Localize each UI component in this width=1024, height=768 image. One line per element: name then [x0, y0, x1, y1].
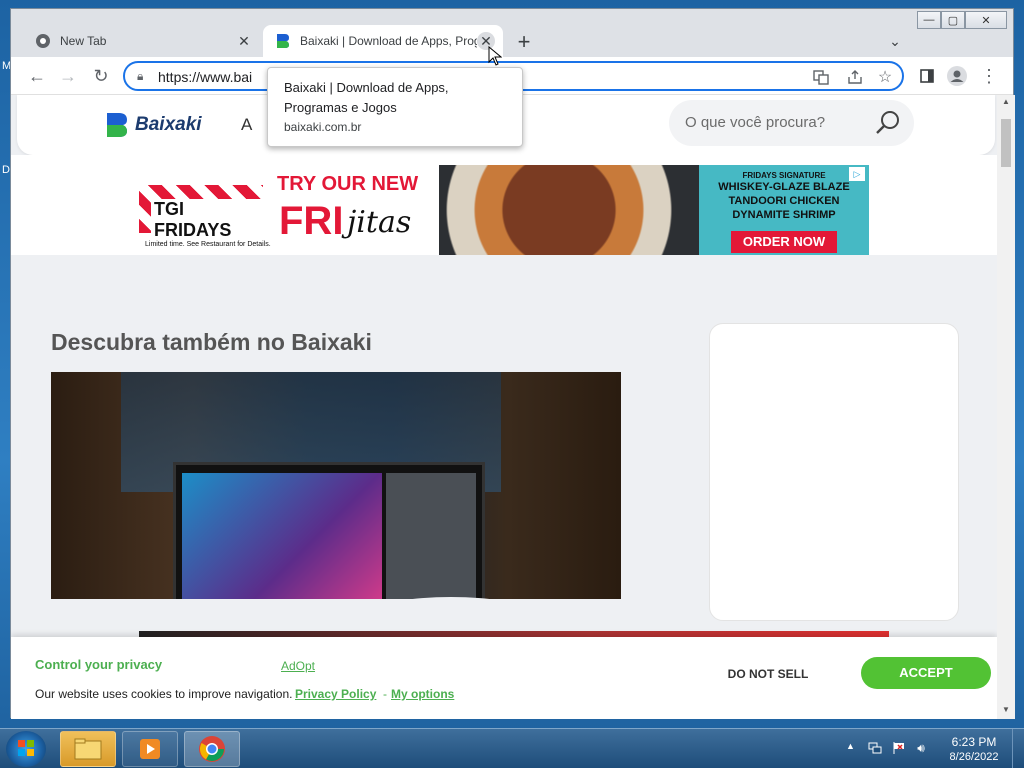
close-icon[interactable]: ✕: [235, 32, 253, 50]
my-options-link[interactable]: My options: [391, 687, 454, 701]
url-text[interactable]: https://www.bai: [158, 69, 252, 85]
mouse-cursor-icon: [488, 45, 503, 71]
tab-new-tab[interactable]: New Tab ✕: [25, 25, 261, 57]
fridays-ad[interactable]: TGI FRIDAYS Limited time. See Restaurant…: [139, 165, 869, 255]
ad-text-line: WHISKEY-GLAZE BLAZE: [718, 181, 850, 193]
share-icon[interactable]: [845, 67, 865, 87]
profile-avatar-icon[interactable]: [943, 62, 971, 90]
start-button[interactable]: [6, 731, 46, 767]
ad-brand: TGI FRIDAYS: [151, 199, 263, 241]
baixaki-logo-icon: [107, 113, 127, 137]
desktop-icon-label[interactable]: D: [2, 164, 10, 176]
taskbar-explorer[interactable]: [60, 731, 116, 767]
ad-text-line: FRIDAYS SIGNATURE: [742, 171, 826, 180]
baixaki-favicon-icon: [275, 33, 291, 49]
feature-image[interactable]: [51, 372, 621, 599]
scroll-thumb[interactable]: [1001, 119, 1011, 167]
page-viewport: Baixaki A O que você procura? TGI FRIDAY…: [11, 95, 997, 719]
minimize-button[interactable]: —: [917, 11, 941, 29]
action-center-flag-icon[interactable]: [892, 741, 906, 755]
side-panel-icon[interactable]: [913, 62, 941, 90]
scroll-up-icon[interactable]: ▲: [1002, 97, 1010, 106]
cookie-banner: Control your privacy AdOpt Our website u…: [11, 637, 997, 719]
image-screen: [182, 473, 382, 599]
forward-arrow-icon[interactable]: →: [54, 62, 82, 90]
scrollbar[interactable]: ▲ ▼: [997, 95, 1015, 719]
close-window-button[interactable]: ✕: [965, 11, 1007, 29]
translate-icon[interactable]: [811, 67, 831, 87]
volume-icon[interactable]: 🔊︎: [914, 741, 928, 755]
accept-button[interactable]: ACCEPT: [861, 657, 991, 689]
logo-text: Baixaki: [135, 114, 202, 135]
ad-text-line: DYNAMITE SHRIMP: [732, 209, 836, 221]
media-player-icon: [140, 739, 160, 759]
ad-fineprint: Limited time. See Restaurant for Details…: [145, 241, 271, 248]
more-menu-icon[interactable]: ⋮: [975, 62, 1003, 90]
tab-title: Baixaki | Download de Apps, Programas e …: [300, 34, 477, 48]
image-panel: [386, 473, 476, 599]
chrome-icon: [199, 736, 225, 762]
ad-banner: TGI FRIDAYS Limited time. See Restaurant…: [11, 155, 997, 255]
taskbar: ▲ 🔊︎ 6:23 PM 8/26/2022: [0, 728, 1024, 768]
new-tab-button[interactable]: +: [511, 29, 537, 55]
nav-item[interactable]: A: [241, 115, 252, 135]
adopt-link[interactable]: AdOpt: [281, 659, 315, 673]
browser-window: New Tab ✕ Baixaki | Download de Apps, Pr…: [10, 8, 1015, 719]
site-logo[interactable]: Baixaki: [105, 111, 202, 139]
ad-fri: FRI: [279, 199, 344, 243]
taskbar-media-player[interactable]: [122, 731, 178, 767]
search-input[interactable]: O que você procura?: [685, 114, 825, 131]
do-not-sell-button[interactable]: DO NOT SELL: [713, 664, 823, 684]
tab-baixaki[interactable]: Baixaki | Download de Apps, Programas e …: [263, 25, 503, 57]
taskbar-chrome[interactable]: [184, 731, 240, 767]
ad-food-image: [439, 165, 739, 255]
chrome-icon: [35, 33, 51, 49]
hover-card-url: baixaki.com.br: [284, 120, 362, 134]
ad-menu-panel: FRIDAYS SIGNATURE WHISKEY-GLAZE BLAZE TA…: [699, 165, 869, 255]
windows-logo-icon: [18, 740, 34, 756]
tab-hover-card: Baixaki | Download de Apps, Programas e …: [267, 67, 523, 147]
reload-icon[interactable]: ↻: [87, 62, 115, 90]
tab-strip: New Tab ✕ Baixaki | Download de Apps, Pr…: [11, 9, 1013, 57]
lock-icon[interactable]: 🔒︎: [137, 69, 143, 84]
cookie-title: Control your privacy: [35, 657, 163, 672]
chevron-down-icon[interactable]: ⌄: [885, 31, 905, 51]
ad-choices-icon[interactable]: ▷: [849, 167, 865, 181]
tray-expand-icon[interactable]: ▲: [846, 741, 855, 751]
ad-headline: TRY OUR NEW: [277, 173, 419, 195]
cookie-text: Our website uses cookies to improve navi…: [35, 687, 293, 701]
clock-date[interactable]: 8/26/2022: [944, 751, 1004, 763]
back-arrow-icon[interactable]: ←: [23, 62, 51, 90]
show-desktop-button[interactable]: [1012, 729, 1024, 768]
link-separator: -: [383, 687, 387, 701]
image-monitor: [173, 462, 485, 599]
clock-time[interactable]: 6:23 PM: [944, 735, 1004, 749]
scroll-down-icon[interactable]: ▼: [1002, 705, 1010, 714]
network-icon[interactable]: [868, 741, 882, 755]
section-title: Descubra também no Baixaki: [51, 329, 372, 355]
ad-jitas: jitas: [347, 205, 412, 240]
order-now-button[interactable]: ORDER NOW: [731, 231, 837, 253]
star-icon[interactable]: ☆: [875, 67, 895, 87]
folder-icon: [74, 738, 102, 760]
ad-text-line: TANDOORI CHICKEN: [728, 195, 840, 207]
search-icon[interactable]: [875, 110, 901, 141]
maximize-button[interactable]: ▢: [941, 11, 965, 29]
hover-card-title: Baixaki | Download de Apps, Programas e …: [284, 80, 449, 115]
privacy-policy-link[interactable]: Privacy Policy: [295, 687, 376, 701]
sidebar-ad-slot: [709, 323, 959, 621]
ad-brand-logo: TGI FRIDAYS: [139, 185, 263, 241]
site-search-box[interactable]: O que você procura?: [669, 100, 914, 146]
tab-title: New Tab: [60, 34, 107, 48]
